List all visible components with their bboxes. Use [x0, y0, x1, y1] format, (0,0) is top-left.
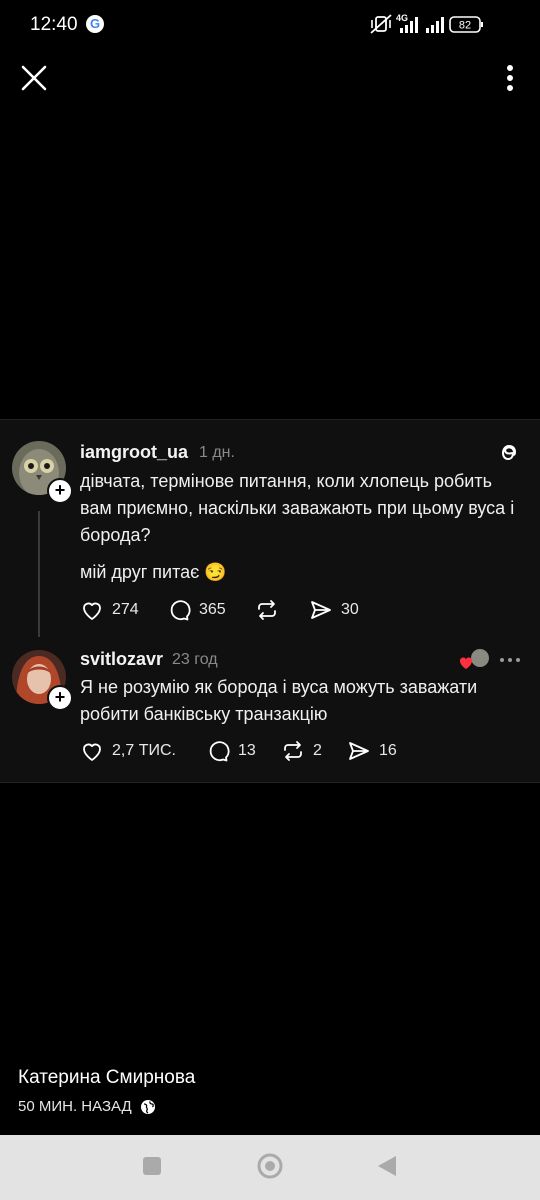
- more-options-button[interactable]: [502, 62, 518, 94]
- signal-icon-2: [426, 17, 444, 33]
- post-username[interactable]: iamgroot_ua: [80, 442, 188, 463]
- share-count: 16: [379, 742, 397, 759]
- comment-icon: [209, 741, 230, 762]
- reply-time: 23 год: [172, 651, 218, 668]
- comment-icon: [170, 600, 191, 621]
- follow-plus-icon[interactable]: +: [47, 685, 73, 711]
- like-count: 274: [112, 601, 139, 618]
- battery-icon: 82: [449, 16, 483, 33]
- repost-icon: [258, 600, 276, 620]
- comment-count: 365: [199, 601, 226, 618]
- mini-avatar-icon: [471, 649, 489, 667]
- share-button[interactable]: 16: [347, 739, 397, 763]
- follow-plus-icon[interactable]: +: [47, 478, 73, 504]
- heart-icon: [83, 743, 101, 761]
- liked-by-author: [458, 648, 492, 672]
- comment-button[interactable]: 365: [167, 598, 226, 622]
- threads-post-card[interactable]: + iamgroot_ua 1 дн. дівчата, термінове п…: [0, 419, 540, 783]
- send-icon: [311, 601, 331, 619]
- repost-button[interactable]: 2: [281, 739, 322, 763]
- like-button[interactable]: 2,7 ТИС.: [80, 739, 176, 763]
- more-icon: [500, 658, 520, 662]
- home-button[interactable]: [257, 1153, 283, 1179]
- system-nav-bar: [0, 1135, 540, 1200]
- story-time: 50 МИН. НАЗАД: [18, 1098, 132, 1115]
- reply-username[interactable]: svitlozavr: [80, 649, 163, 670]
- repost-icon: [284, 741, 302, 761]
- repost-count: 2: [313, 742, 322, 759]
- close-button[interactable]: [18, 62, 50, 94]
- back-icon: [378, 1156, 396, 1176]
- globe-icon: [140, 1099, 155, 1114]
- mute-vibrate-icon: [370, 14, 392, 34]
- share-button[interactable]: 30: [309, 598, 359, 622]
- comment-count: 13: [238, 742, 256, 759]
- status-bar: 12:40 G 4G 82: [0, 0, 540, 50]
- post-text: дівчата, термінове питання, коли хлопець…: [80, 471, 515, 545]
- back-button[interactable]: [376, 1154, 398, 1178]
- post-text-secondary: мій друг питає 😏: [80, 562, 227, 582]
- like-count: 2,7 ТИС.: [112, 742, 176, 759]
- thread-line: [38, 511, 40, 637]
- svg-text:82: 82: [459, 20, 471, 32]
- post-time: 1 дн.: [199, 444, 235, 461]
- like-button[interactable]: 274: [80, 598, 139, 622]
- share-count: 30: [341, 601, 359, 618]
- status-icons: 4G 82: [370, 12, 512, 36]
- reply-text: Я не розумію як борода і вуса можуть зав…: [80, 677, 478, 724]
- send-icon: [349, 742, 369, 760]
- google-icon: G: [86, 15, 104, 33]
- threads-icon: [497, 441, 521, 470]
- story-meta: 50 МИН. НАЗАД: [18, 1098, 156, 1115]
- heart-icon: [459, 657, 473, 669]
- repost-button[interactable]: [255, 598, 287, 622]
- svg-text:4G: 4G: [396, 13, 408, 23]
- close-icon: [21, 65, 47, 91]
- kebab-menu-icon: [507, 65, 513, 91]
- home-icon: [257, 1153, 283, 1179]
- recents-icon: [143, 1157, 161, 1175]
- heart-icon: [83, 602, 101, 620]
- story-author[interactable]: Катерина Смирнова: [18, 1067, 195, 1089]
- comment-button[interactable]: 13: [206, 739, 256, 763]
- recents-button[interactable]: [142, 1156, 162, 1176]
- more-options-button[interactable]: [499, 652, 521, 668]
- status-time: 12:40: [30, 14, 78, 35]
